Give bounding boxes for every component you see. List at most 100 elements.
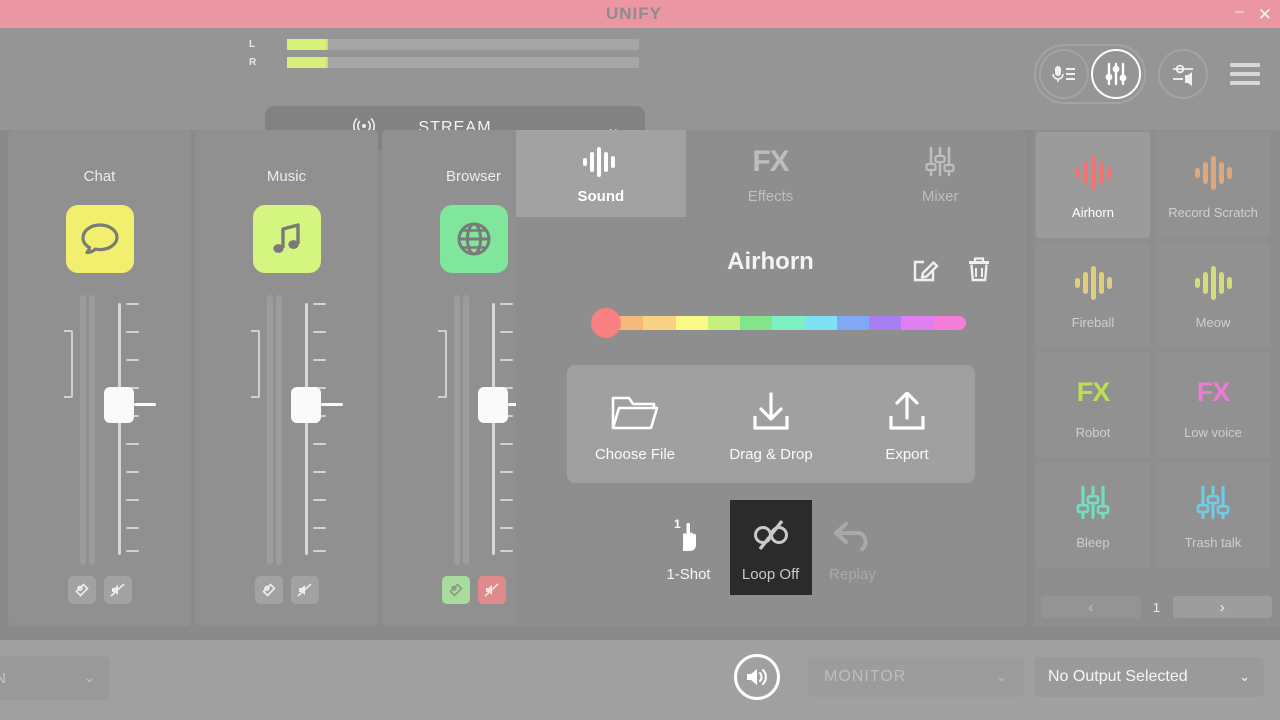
link-icon <box>448 582 464 598</box>
chat-bubble-icon[interactable] <box>66 205 134 273</box>
sound-pad-trash-talk[interactable]: Trash talk <box>1156 462 1270 568</box>
loop-off-button[interactable]: Loop Off <box>730 500 812 595</box>
one-shot-hand-icon: 1 <box>669 514 709 556</box>
color-swatch[interactable] <box>805 316 837 330</box>
fader-area <box>8 295 191 565</box>
one-shot-button[interactable]: 1 1-Shot <box>648 500 730 595</box>
mixer-faders-icon <box>923 143 957 181</box>
monitor-label: MONITOR <box>824 668 906 686</box>
mute-icon <box>483 582 500 598</box>
top-bar: L R <box>0 28 1280 130</box>
sound-pad-low-voice[interactable]: FX Low voice <box>1156 352 1270 458</box>
pad-label: Robot <box>1076 425 1111 440</box>
globe-icon[interactable] <box>440 205 508 273</box>
meter-fill-l <box>287 39 326 50</box>
file-actions-box: Choose File Drag & Drop <box>567 365 975 483</box>
minimize-icon[interactable]: – <box>1235 4 1243 19</box>
channel-buttons <box>8 576 191 604</box>
pad-label: Low voice <box>1184 425 1242 440</box>
mute-button[interactable] <box>291 576 319 604</box>
color-swatches[interactable] <box>611 316 966 330</box>
channel-title: Music <box>195 168 378 185</box>
color-swatch[interactable] <box>740 316 772 330</box>
trash-icon[interactable] <box>966 255 992 288</box>
prev-page-button[interactable]: ‹ <box>1041 596 1141 618</box>
fx-text-icon: FX <box>752 143 788 181</box>
link-button[interactable] <box>442 576 470 604</box>
link-icon <box>74 582 90 598</box>
sound-editor-panel: Sound FX Effects <box>516 130 1025 626</box>
hamburger-menu-icon[interactable] <box>1230 63 1260 85</box>
next-page-button[interactable]: › <box>1173 596 1273 618</box>
close-icon[interactable]: ✕ <box>1258 6 1272 23</box>
output-device-dropdown[interactable]: No Output Selected ⌄ <box>1034 657 1264 697</box>
waveform-icon <box>579 143 623 181</box>
panel-tabs: Sound FX Effects <box>516 130 1025 217</box>
color-swatch[interactable] <box>869 316 901 330</box>
file-action-label: Export <box>885 446 928 463</box>
tab-effects[interactable]: FX Effects <box>686 130 856 217</box>
sound-pads-panel: Airhorn Record Scratch <box>1033 130 1280 626</box>
listen-output-dropdown[interactable]: TEN ⌄ <box>0 656 110 700</box>
fader-ticks <box>500 303 513 555</box>
fader-range-bracket <box>438 330 447 398</box>
choose-file-button[interactable]: Choose File <box>567 386 703 463</box>
link-button[interactable] <box>68 576 96 604</box>
replay-button[interactable]: Replay <box>812 500 894 595</box>
volume-slider-button[interactable] <box>1158 49 1208 99</box>
sound-pad-bleep[interactable]: Bleep <box>1036 462 1150 568</box>
mute-button[interactable] <box>104 576 132 604</box>
edit-pencil-icon[interactable] <box>912 255 940 288</box>
pad-label: Trash talk <box>1185 535 1242 550</box>
channel-strips: Chat <box>8 130 565 626</box>
link-button[interactable] <box>255 576 283 604</box>
fader-track[interactable] <box>492 303 495 555</box>
fader-handle[interactable] <box>104 387 134 423</box>
svg-text:1: 1 <box>674 517 681 531</box>
export-button[interactable]: Export <box>839 386 975 463</box>
color-swatch[interactable] <box>934 316 966 330</box>
vu-meter-left <box>80 295 86 565</box>
meter-fill-r <box>287 57 326 68</box>
mute-button[interactable] <box>478 576 506 604</box>
mixer-faders-icon <box>1102 60 1130 88</box>
fader-handle[interactable] <box>291 387 321 423</box>
folder-icon <box>610 386 660 434</box>
chevron-down-icon: ⌄ <box>1239 669 1250 685</box>
color-swatch[interactable] <box>676 316 708 330</box>
tab-label: Mixer <box>922 188 959 205</box>
color-picker[interactable] <box>591 316 966 330</box>
color-swatch[interactable] <box>772 316 804 330</box>
listen-label: TEN <box>0 670 7 687</box>
mode-label: 1-Shot <box>666 566 710 583</box>
file-action-label: Drag & Drop <box>729 446 812 463</box>
color-picker-knob[interactable] <box>591 308 621 338</box>
sound-pad-robot[interactable]: FX Robot <box>1036 352 1150 458</box>
main-body: Chat <box>0 130 1280 640</box>
drag-drop-button[interactable]: Drag & Drop <box>703 386 839 463</box>
sound-pad-fireball[interactable]: Fireball <box>1036 242 1150 348</box>
speaker-icon <box>744 665 770 689</box>
music-note-icon[interactable] <box>253 205 321 273</box>
fader-handle[interactable] <box>478 387 508 423</box>
sound-pad-airhorn[interactable]: Airhorn <box>1036 132 1150 238</box>
link-icon <box>261 582 277 598</box>
tab-mixer[interactable]: Mixer <box>855 130 1025 217</box>
color-swatch[interactable] <box>643 316 675 330</box>
meter-label-l: L <box>249 39 263 50</box>
tab-sound[interactable]: Sound <box>516 130 686 217</box>
sound-pad-record-scratch[interactable]: Record Scratch <box>1156 132 1270 238</box>
speaker-button[interactable] <box>734 654 780 700</box>
waveform-icon <box>1192 151 1234 195</box>
mixer-faders-button[interactable] <box>1091 49 1141 99</box>
color-swatch[interactable] <box>901 316 933 330</box>
sound-pad-meow[interactable]: Meow <box>1156 242 1270 348</box>
color-swatch[interactable] <box>837 316 869 330</box>
monitor-dropdown[interactable]: MONITOR ⌄ <box>808 657 1024 697</box>
app-brand-title: UNIFY <box>606 4 662 24</box>
color-swatch[interactable] <box>708 316 740 330</box>
fader-track[interactable] <box>305 303 308 555</box>
meter-row-r: R <box>249 55 639 69</box>
mic-list-button[interactable] <box>1039 49 1089 99</box>
fader-track[interactable] <box>118 303 121 555</box>
